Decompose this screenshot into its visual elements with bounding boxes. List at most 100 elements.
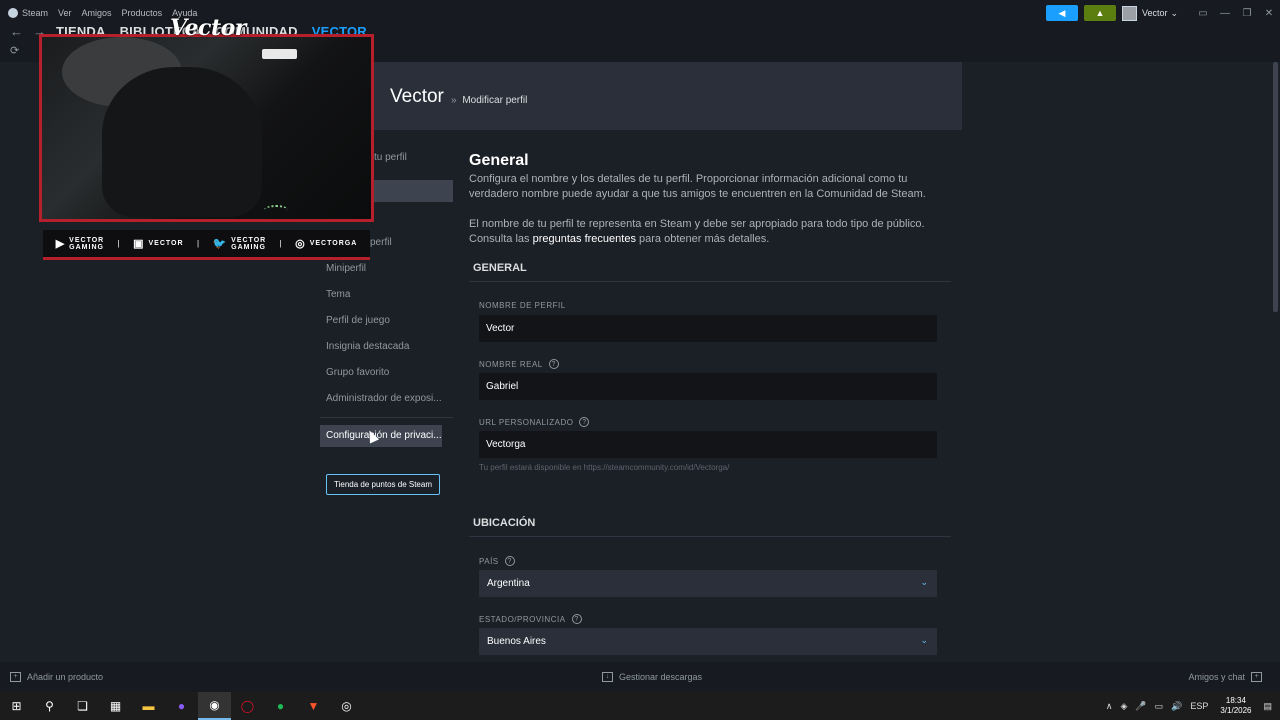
sidebar-item-featured-badge[interactable]: Insignia destacada	[326, 341, 409, 352]
close-icon[interactable]: ✕	[1258, 8, 1280, 19]
friends-label: Amigos y chat	[1188, 672, 1245, 682]
state-select[interactable]: Buenos Aires ⌄	[479, 628, 937, 655]
menu-steam[interactable]: Steam	[22, 8, 48, 18]
bell-icon: ▲	[1095, 8, 1105, 18]
obs-icon[interactable]: ◎	[330, 692, 363, 720]
sidebar-item-game-profile[interactable]: Perfil de juego	[326, 315, 390, 326]
friends-chat-button[interactable]: Amigos y chat +	[1188, 672, 1268, 682]
opera-icon[interactable]: ◯	[231, 692, 264, 720]
social-label: VECTOR	[148, 240, 184, 247]
custom-url-field[interactable]: Vectorga	[479, 431, 937, 458]
search-icon[interactable]: ⚲	[33, 692, 66, 720]
social-instagram: ◎ VECTORGA	[295, 237, 357, 250]
user-menu[interactable]: Vector ⌄	[1121, 5, 1178, 21]
twitter-icon: 🐦	[212, 238, 228, 250]
network-icon[interactable]: ▭	[1155, 701, 1164, 712]
separator: |	[196, 239, 200, 248]
app-icon[interactable]: ▦	[99, 692, 132, 720]
faq-link[interactable]: preguntas frecuentes	[533, 233, 636, 245]
sidebar-item-favorite-group[interactable]: Grupo favorito	[326, 367, 389, 378]
social-label: VECTOR GAMING	[69, 236, 105, 251]
tray-chevron-icon[interactable]: ∧	[1106, 701, 1113, 712]
file-explorer-icon[interactable]: ▬	[132, 692, 165, 720]
help-icon[interactable]: ?	[579, 417, 590, 427]
social-twitter: 🐦 VECTOR GAMING	[212, 237, 266, 251]
chat-app-icon[interactable]: ●	[165, 692, 198, 720]
breadcrumb-separator: »	[451, 95, 457, 106]
downloads-label: Gestionar descargas	[619, 672, 703, 682]
user-name: Vector	[1141, 8, 1168, 18]
megaphone-icon: ◀	[1058, 7, 1066, 18]
sidebar-item-miniprofile[interactable]: Miniperfil	[326, 263, 366, 274]
download-icon: ↓	[602, 672, 613, 682]
chat-icon: +	[1251, 672, 1262, 682]
help-icon[interactable]: ?	[504, 556, 515, 566]
brave-icon[interactable]: ▼	[297, 692, 330, 720]
separator: |	[279, 239, 282, 248]
add-product-label: Añadir un producto	[27, 672, 104, 682]
instagram-icon: ◎	[295, 238, 306, 250]
announcements-button[interactable]: ◀	[1045, 5, 1078, 21]
youtube-icon: ▶	[55, 238, 66, 250]
menu-view[interactable]: Ver	[58, 8, 72, 18]
windows-start-icon[interactable]: ⊞	[0, 692, 33, 720]
clock-time: 18:34	[1225, 696, 1246, 705]
volume-icon[interactable]: 🔊	[1171, 701, 1182, 712]
add-product-button[interactable]: + Añadir un producto	[10, 672, 103, 682]
custom-url-label-text: URL PERSONALIZADO	[479, 417, 574, 427]
clock[interactable]: 18:34 3/1/2026	[1220, 696, 1251, 716]
top-right-controls: ◀ ▲ Vector ⌄ ▭ — ❐ ✕	[1045, 4, 1280, 22]
brand-logo: Vector	[170, 15, 246, 41]
language-indicator[interactable]: ESP	[1190, 701, 1208, 711]
social-youtube: ▶ VECTOR GAMING	[56, 237, 105, 251]
taskbar-apps: ⊞ ⚲ ❏ ▦ ▬ ● ◉ ◯ ● ▼ ◎	[0, 692, 363, 720]
sidebar-item-privacy[interactable]: Configuración de privaci...	[320, 425, 442, 447]
real-name-field[interactable]: Gabriel	[479, 373, 937, 400]
edit-profile-main: General Configura el nombre y los detall…	[469, 152, 951, 655]
microphone-icon[interactable]: 🎤	[1135, 701, 1146, 712]
notifications-icon[interactable]: ▤	[1263, 701, 1272, 712]
tray-app-icon[interactable]: ◈	[1120, 701, 1127, 712]
separator: |	[117, 239, 120, 248]
state-value: Buenos Aires	[487, 636, 546, 647]
points-shop-button[interactable]: Tienda de puntos de Steam	[326, 474, 440, 495]
help-icon[interactable]: ?	[548, 359, 559, 369]
sidebar-item-view-profile[interactable]: tu perfil	[374, 152, 407, 163]
page-title: Vector	[390, 86, 444, 107]
chevron-down-icon: ⌄	[920, 635, 928, 645]
scrollbar[interactable]	[1273, 62, 1278, 312]
sidebar-divider	[320, 417, 453, 418]
webcam-overlay	[39, 34, 374, 222]
minimize-icon[interactable]: —	[1214, 8, 1236, 19]
country-label-text: PAÍS	[479, 556, 499, 566]
back-arrow-icon[interactable]: ←	[10, 24, 23, 39]
plus-icon: +	[10, 672, 21, 682]
country-label: PAÍS ?	[479, 556, 515, 566]
menu-products[interactable]: Productos	[122, 8, 163, 18]
maximize-icon[interactable]: ❐	[1236, 8, 1258, 19]
twitch-icon: ▣	[133, 238, 145, 250]
real-name-label-text: NOMBRE REAL	[479, 359, 543, 369]
big-picture-icon[interactable]: ▭	[1192, 8, 1214, 19]
steam-taskbar-icon[interactable]: ◉	[198, 692, 231, 720]
sidebar-item-showcase-manager[interactable]: Administrador de exposi...	[326, 393, 442, 404]
group-header-general: GENERAL	[469, 258, 951, 282]
notifications-button[interactable]: ▲	[1083, 5, 1116, 21]
help-icon[interactable]: ?	[571, 614, 582, 624]
task-view-icon[interactable]: ❏	[66, 692, 99, 720]
sidebar-item-profile-background[interactable]: perfil	[370, 237, 392, 248]
country-select[interactable]: Argentina ⌄	[479, 570, 937, 597]
state-label: ESTADO/PROVINCIA ?	[479, 614, 582, 624]
faq-text: para obtener más detalles.	[635, 233, 770, 245]
sidebar-item-theme[interactable]: Tema	[326, 289, 350, 300]
downloads-button[interactable]: ↓ Gestionar descargas	[602, 672, 702, 682]
country-value: Argentina	[487, 578, 530, 589]
chevron-down-icon: ⌄	[1170, 7, 1178, 18]
state-label-text: ESTADO/PROVINCIA	[479, 614, 566, 624]
menu-friends[interactable]: Amigos	[82, 8, 112, 18]
clock-date: 3/1/2026	[1220, 706, 1252, 715]
webcam-shape	[102, 67, 262, 217]
profile-name-field[interactable]: Vector	[479, 315, 937, 342]
reload-icon[interactable]: ⟳	[10, 44, 19, 57]
spotify-icon[interactable]: ●	[264, 692, 297, 720]
